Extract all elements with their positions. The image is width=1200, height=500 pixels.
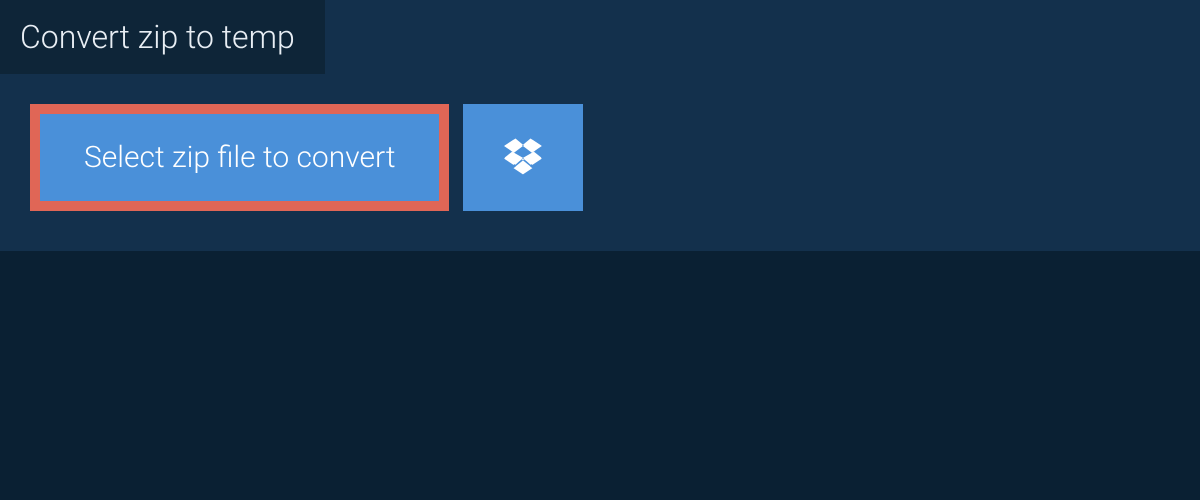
select-file-button[interactable]: Select zip file to convert bbox=[30, 104, 449, 211]
action-row: Select zip file to convert bbox=[0, 74, 1200, 211]
converter-panel: Convert zip to temp Select zip file to c… bbox=[0, 0, 1200, 251]
panel-title-tab: Convert zip to temp bbox=[0, 0, 325, 74]
dropbox-button[interactable] bbox=[463, 104, 583, 211]
select-file-label: Select zip file to convert bbox=[84, 140, 395, 175]
panel-title: Convert zip to temp bbox=[20, 18, 295, 56]
dropbox-icon bbox=[502, 135, 544, 180]
